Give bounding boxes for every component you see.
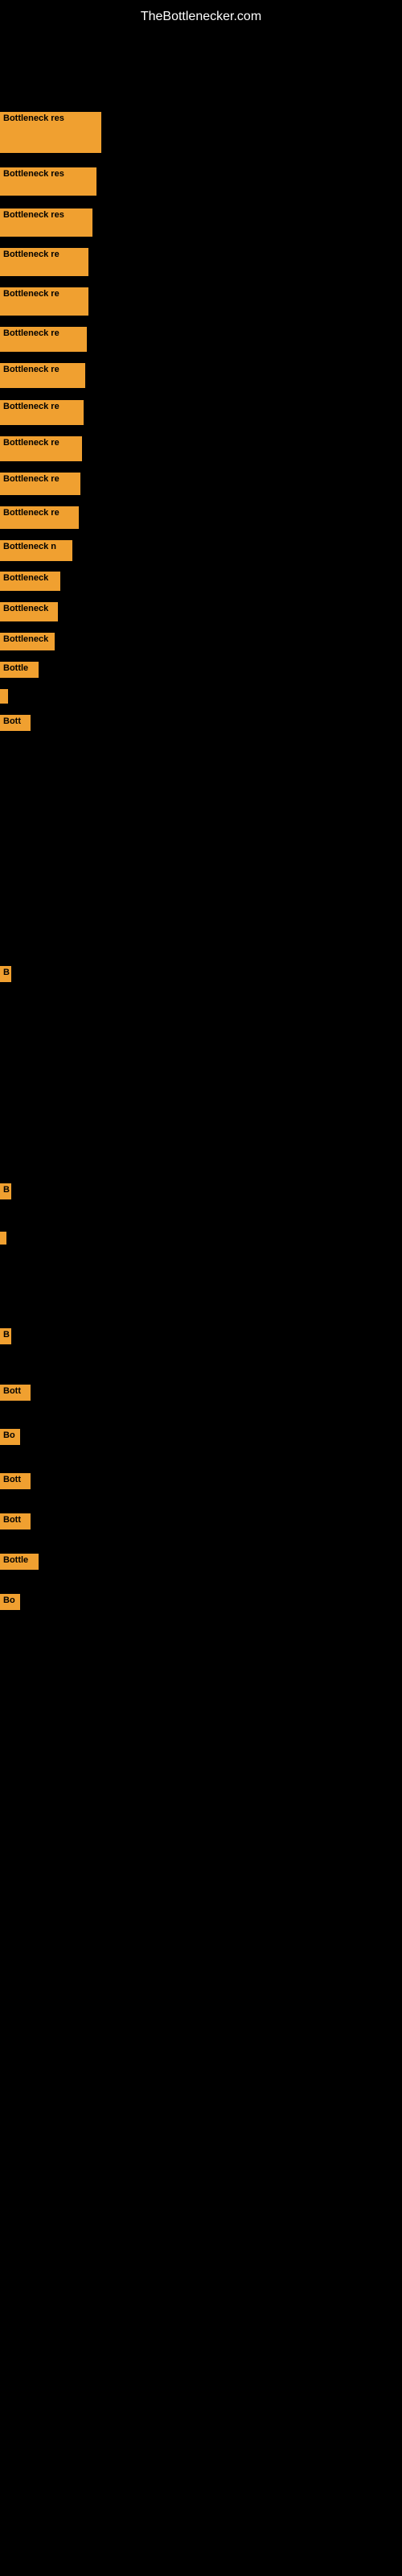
- bottleneck-item-17[interactable]: [0, 689, 8, 704]
- bottleneck-item-28[interactable]: Bo: [0, 1594, 20, 1610]
- site-title: TheBottlenecker.com: [0, 3, 402, 31]
- bottleneck-item-24[interactable]: Bo: [0, 1429, 20, 1445]
- bottleneck-item-23[interactable]: Bott: [0, 1385, 31, 1401]
- bottleneck-item-21[interactable]: [0, 1232, 6, 1245]
- bottleneck-item-27[interactable]: Bottle: [0, 1554, 39, 1570]
- bottleneck-item-13[interactable]: Bottleneck: [0, 572, 60, 591]
- bottleneck-item-5[interactable]: Bottleneck re: [0, 287, 88, 316]
- bottleneck-item-3[interactable]: Bottleneck res: [0, 208, 92, 237]
- bottleneck-item-2[interactable]: Bottleneck res: [0, 167, 96, 196]
- bottleneck-item-10[interactable]: Bottleneck re: [0, 473, 80, 495]
- bottleneck-item-4[interactable]: Bottleneck re: [0, 248, 88, 276]
- bottleneck-item-1[interactable]: Bottleneck res: [0, 112, 101, 153]
- bottleneck-item-7[interactable]: Bottleneck re: [0, 363, 85, 388]
- bottleneck-item-22[interactable]: B: [0, 1328, 11, 1344]
- bottleneck-item-20[interactable]: B: [0, 1183, 11, 1199]
- bottleneck-item-6[interactable]: Bottleneck re: [0, 327, 87, 352]
- bottleneck-item-18[interactable]: Bott: [0, 715, 31, 731]
- bottleneck-item-16[interactable]: Bottle: [0, 662, 39, 678]
- bottleneck-item-14[interactable]: Bottleneck: [0, 602, 58, 621]
- bottleneck-item-15[interactable]: Bottleneck: [0, 633, 55, 650]
- bottleneck-item-26[interactable]: Bott: [0, 1513, 31, 1530]
- bottleneck-item-12[interactable]: Bottleneck n: [0, 540, 72, 561]
- bottleneck-item-11[interactable]: Bottleneck re: [0, 506, 79, 529]
- bottleneck-item-19[interactable]: B: [0, 966, 11, 982]
- bottleneck-item-9[interactable]: Bottleneck re: [0, 436, 82, 461]
- bottleneck-item-25[interactable]: Bott: [0, 1473, 31, 1489]
- bottleneck-item-8[interactable]: Bottleneck re: [0, 400, 84, 425]
